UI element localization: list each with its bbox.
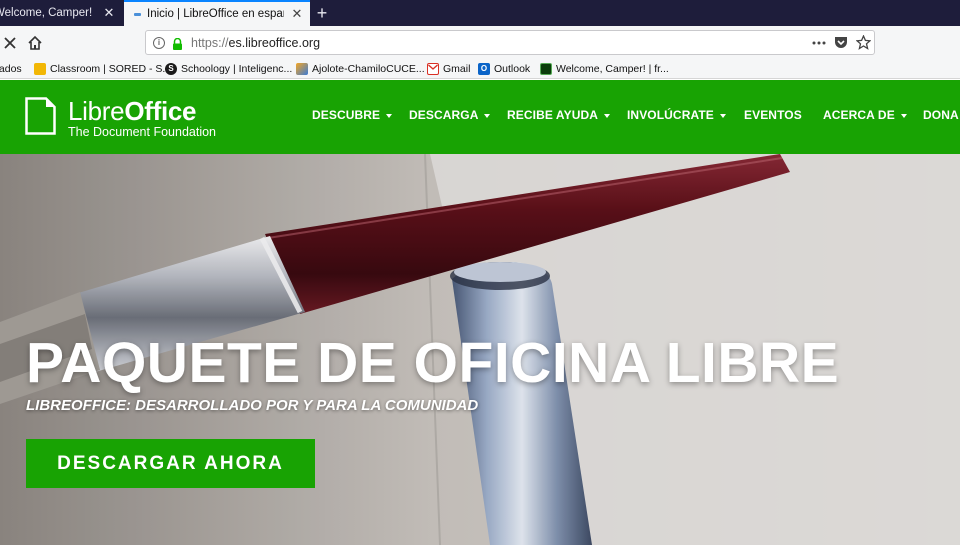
bookmark-item[interactable]: Classroom | SORED - S... [34, 61, 171, 77]
bookmark-item[interactable]: Gmail [427, 61, 470, 77]
home-icon [28, 35, 42, 50]
tab-freecodecamp[interactable]: Welcome, Camper! | freeCodeCamp ✕ [0, 0, 122, 26]
bookmark-label: Schoology | Inteligenc... [181, 63, 293, 75]
menu-descarga[interactable]: DESCARGA [409, 108, 491, 122]
logo-name: LibreOffice [68, 96, 197, 126]
outlook-icon: O [478, 63, 490, 75]
tab-libreoffice[interactable]: Inicio | LibreOffice en español ✕ [124, 0, 310, 26]
bookmark-label: Classroom | SORED - S... [50, 63, 172, 75]
hero-banner: PAQUETE DE OFICINA LIBRE LIBREOFFICE: DE… [0, 154, 960, 545]
new-tab-button[interactable]: + [312, 3, 332, 23]
schoology-icon: S [165, 63, 177, 75]
bookmark-item[interactable]: O Outlook [478, 61, 530, 77]
caret-down-icon [719, 113, 726, 118]
document-logo-icon [25, 97, 56, 135]
close-icon[interactable]: ✕ [290, 7, 304, 21]
ajolote-icon [296, 63, 308, 75]
menu-recibe-ayuda[interactable]: RECIBE AYUDA [507, 108, 610, 122]
menu-acerca-de[interactable]: ACERCA DE [823, 108, 907, 122]
stop-button[interactable] [0, 33, 20, 53]
menu-involucrate[interactable]: INVOLÚCRATE [627, 108, 726, 122]
pocket-icon [835, 37, 847, 48]
bookmark-item[interactable]: tados [0, 61, 22, 77]
bookmark-label: tados [0, 63, 22, 75]
tab-strip: Welcome, Camper! | freeCodeCamp ✕ Inicio… [0, 0, 960, 26]
hero-title: PAQUETE DE OFICINA LIBRE [26, 331, 840, 395]
bookmark-item[interactable]: S Schoology | Inteligenc... [165, 61, 292, 77]
info-icon[interactable]: i [153, 36, 165, 49]
menu-descubre[interactable]: DESCUBRE [312, 108, 393, 122]
bookmark-item[interactable]: Ajolote-ChamiloCUCE... [296, 61, 425, 77]
download-now-button[interactable]: DESCARGAR AHORA [26, 439, 315, 488]
url-text: https://es.libreoffice.org [191, 35, 321, 50]
menu-eventos[interactable]: EVENTOS [744, 108, 802, 122]
menu-dona[interactable]: DONA [923, 108, 959, 122]
stop-icon [4, 37, 16, 49]
caret-down-icon [386, 113, 393, 118]
bookmark-label: Outlook [494, 63, 531, 75]
bookmark-label: Gmail [443, 63, 471, 75]
home-button[interactable] [25, 33, 45, 53]
libreoffice-favicon-icon [134, 12, 141, 16]
pocket-button[interactable] [830, 33, 852, 53]
libreoffice-logo[interactable]: LibreOffice The Document Foundation [25, 97, 216, 139]
caret-down-icon [900, 113, 907, 118]
address-bar[interactable]: i https://es.libreoffice.org [145, 30, 875, 55]
tab-title: Inicio | LibreOffice en español [147, 8, 284, 20]
navigation-toolbar: i https://es.libreoffice.org [0, 26, 960, 59]
freecodecamp-icon [540, 63, 552, 75]
close-icon[interactable]: ✕ [102, 6, 116, 20]
classroom-icon [34, 63, 46, 75]
site-header: LibreOffice The Document Foundation DESC… [0, 80, 960, 154]
caret-down-icon [604, 113, 610, 118]
logo-subtitle: The Document Foundation [68, 125, 217, 139]
caret-down-icon [484, 113, 491, 118]
page-actions-button[interactable] [808, 33, 830, 53]
more-horizontal-icon [812, 41, 826, 44]
bookmark-item[interactable]: Welcome, Camper! | fr... [540, 61, 669, 77]
hero-subtitle: LIBREOFFICE: DESARROLLADO POR Y PARA LA … [26, 397, 479, 414]
bookmark-label: Welcome, Camper! | fr... [556, 63, 669, 75]
gmail-icon [427, 63, 439, 75]
star-icon [855, 35, 871, 50]
bookmark-label: Ajolote-ChamiloCUCE... [312, 63, 425, 75]
tab-title: Welcome, Camper! | freeCodeCamp [0, 7, 96, 19]
bookmarks-toolbar: tados Classroom | SORED - S... S Schoolo… [0, 59, 960, 79]
bookmark-star-button[interactable] [852, 33, 874, 53]
lock-icon[interactable] [172, 37, 183, 50]
